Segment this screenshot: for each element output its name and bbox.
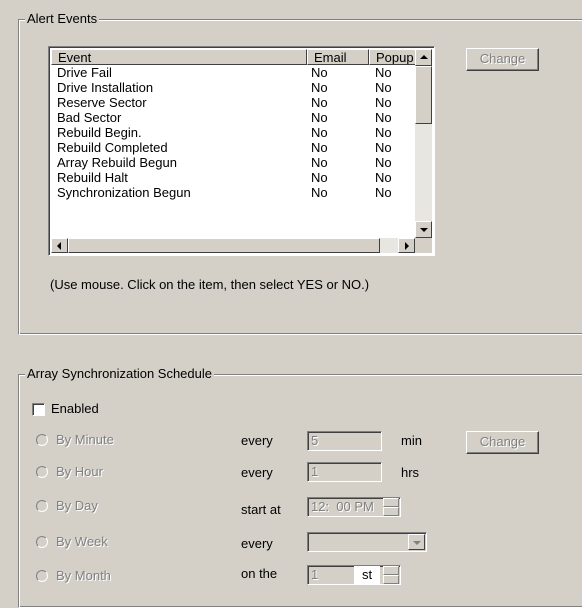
list-item[interactable]: Rebuild Begin. No No: [51, 125, 412, 140]
list-item[interactable]: Drive Fail No No: [51, 65, 412, 80]
label-by-day: By Day: [56, 498, 98, 513]
hour-unit-label: hrs: [401, 465, 420, 480]
month-day-suffix: st: [354, 566, 381, 584]
event-name: Rebuild Halt: [57, 170, 128, 185]
scrollbar-corner: [415, 238, 432, 253]
week-dropdown-button[interactable]: [408, 534, 425, 550]
email-value: No: [311, 155, 328, 170]
list-item[interactable]: Array Rebuild Begun No No: [51, 155, 412, 170]
event-name: Drive Fail: [57, 65, 112, 80]
list-item[interactable]: Rebuild Halt No No: [51, 170, 412, 185]
scroll-down-button[interactable]: [415, 221, 432, 238]
popup-value: No: [375, 155, 392, 170]
vertical-scroll-thumb[interactable]: [415, 66, 432, 124]
list-item[interactable]: Rebuild Completed No No: [51, 140, 412, 155]
month-on-the-label: on the: [241, 566, 278, 581]
sync-schedule-title: Array Synchronization Schedule: [25, 366, 214, 382]
spin-up-button[interactable]: [383, 498, 399, 507]
arrow-left-icon: [57, 242, 61, 250]
enabled-checkbox[interactable]: [32, 403, 45, 416]
minute-unit-label: min: [401, 433, 422, 448]
arrow-right-icon: [405, 242, 409, 250]
popup-value: No: [375, 140, 392, 155]
alert-events-title: Alert Events: [25, 11, 100, 27]
minute-interval-input[interactable]: 5: [307, 431, 382, 451]
event-name: Synchronization Begun: [57, 185, 191, 200]
email-value: No: [311, 140, 328, 155]
scroll-left-button[interactable]: [51, 238, 68, 253]
alert-change-button[interactable]: Change: [466, 48, 539, 71]
popup-value: No: [375, 65, 392, 80]
email-value: No: [311, 65, 328, 80]
week-every-label: every: [241, 536, 273, 551]
label-by-minute: By Minute: [56, 432, 114, 447]
minute-every-label: every: [241, 433, 273, 448]
event-name: Array Rebuild Begun: [57, 155, 177, 170]
event-name: Bad Sector: [57, 110, 122, 125]
popup-value: No: [375, 95, 392, 110]
event-name: Rebuild Begin.: [57, 125, 142, 140]
label-by-week: By Week: [56, 534, 108, 549]
spin-down-button[interactable]: [383, 507, 399, 516]
month-day-value: 1: [311, 567, 319, 582]
schedule-change-button[interactable]: Change: [466, 431, 539, 454]
list-item[interactable]: Synchronization Begun No No: [51, 185, 412, 200]
email-value: No: [311, 110, 328, 125]
label-by-hour: By Hour: [56, 464, 103, 479]
popup-value: No: [375, 170, 392, 185]
event-name: Rebuild Completed: [57, 140, 168, 155]
hour-interval-input[interactable]: 1: [307, 462, 382, 482]
spin-up-button[interactable]: [383, 566, 399, 575]
horizontal-scroll-thumb[interactable]: [68, 238, 380, 253]
radio-by-week[interactable]: [36, 536, 48, 548]
chevron-down-icon: [413, 541, 421, 545]
column-header-popup[interactable]: Popup: [369, 49, 417, 65]
list-item[interactable]: Bad Sector No No: [51, 110, 412, 125]
radio-by-minute[interactable]: [36, 434, 48, 446]
column-header-event[interactable]: Event: [51, 49, 307, 65]
email-value: No: [311, 170, 328, 185]
list-item[interactable]: Reserve Sector No No: [51, 95, 412, 110]
event-name: Drive Installation: [57, 80, 154, 95]
alert-events-list[interactable]: Event Email Popup Drive Fail No No Drive…: [48, 46, 435, 256]
usage-hint: (Use mouse. Click on the item, then sele…: [50, 277, 370, 292]
popup-value: No: [375, 110, 392, 125]
column-header-email[interactable]: Email: [307, 49, 369, 65]
day-start-at-label: start at: [241, 502, 281, 517]
vertical-scrollbar[interactable]: [415, 49, 432, 238]
email-value: No: [311, 95, 328, 110]
radio-by-month[interactable]: [36, 570, 48, 582]
popup-value: No: [375, 80, 392, 95]
popup-value: No: [375, 125, 392, 140]
radio-by-hour[interactable]: [36, 466, 48, 478]
scroll-right-button[interactable]: [398, 238, 415, 253]
radio-by-day[interactable]: [36, 500, 48, 512]
email-value: No: [311, 185, 328, 200]
popup-value: No: [375, 185, 392, 200]
month-day-spinner[interactable]: [383, 566, 399, 584]
list-item[interactable]: Drive Installation No No: [51, 80, 412, 95]
event-name: Reserve Sector: [57, 95, 147, 110]
arrow-up-icon: [420, 55, 428, 59]
scroll-up-button[interactable]: [415, 49, 432, 66]
hour-every-label: every: [241, 465, 273, 480]
horizontal-scrollbar[interactable]: [51, 238, 415, 253]
enabled-label[interactable]: Enabled: [51, 401, 99, 416]
arrow-down-icon: [420, 228, 428, 232]
email-value: No: [311, 80, 328, 95]
spin-down-button[interactable]: [383, 575, 399, 584]
day-time-spinner[interactable]: [383, 498, 399, 516]
email-value: No: [311, 125, 328, 140]
label-by-month: By Month: [56, 568, 111, 583]
